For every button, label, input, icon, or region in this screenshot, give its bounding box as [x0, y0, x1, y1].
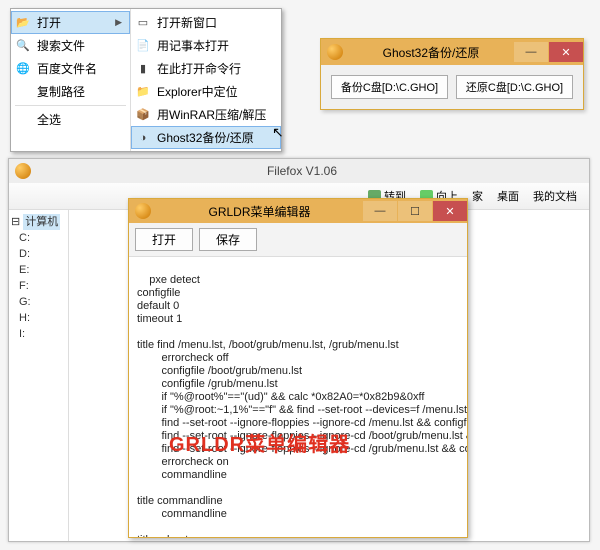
filefox-titlebar: Filefox V1.06	[9, 159, 589, 183]
filefox-app-icon	[15, 163, 31, 179]
toolbar-home[interactable]: 家	[466, 186, 489, 206]
toolbar-desktop-label: 桌面	[497, 188, 519, 204]
menu-item[interactable]: 📦 用WinRAR压缩/解压	[131, 103, 281, 126]
grldr-titlebar: GRLDR菜单编辑器 — ☐ ✕	[129, 199, 467, 223]
ghost32-titlebar: Ghost32备份/还原 — ✕	[321, 39, 583, 65]
menu-item[interactable]: 📂 打开 ▶	[11, 11, 130, 34]
menu-item[interactable]: 📄 用记事本打开	[131, 34, 281, 57]
menu-item-label: 打开	[37, 14, 61, 31]
toolbar-mydocs-label: 我的文档	[533, 188, 577, 204]
menu-item[interactable]: ▭ 打开新窗口	[131, 11, 281, 34]
restore-button[interactable]: 还原C盘[D:\C.GHO]	[456, 75, 573, 99]
close-button[interactable]: ✕	[549, 42, 583, 62]
menu-item-label: 用WinRAR压缩/解压	[157, 106, 266, 123]
minimize-button[interactable]: —	[514, 42, 548, 62]
close-button[interactable]: ✕	[433, 201, 467, 221]
submenu-arrow-icon: ▶	[115, 17, 122, 28]
folder-open-icon: 📂	[15, 15, 31, 31]
minimize-button[interactable]: —	[363, 201, 397, 221]
globe-icon: 🌐	[15, 61, 31, 77]
menu-item-label: Explorer中定位	[157, 83, 238, 100]
grldr-app-icon	[135, 203, 151, 219]
blank-icon	[15, 84, 31, 100]
menu-item[interactable]: 复制路径	[11, 80, 130, 103]
grldr-editor-window: GRLDR菜单编辑器 — ☐ ✕ 打开 保存 pxe detect config…	[128, 198, 468, 538]
cmd-icon: ▮	[135, 61, 151, 77]
tree-drive[interactable]: I:	[11, 326, 66, 342]
save-button[interactable]: 保存	[199, 228, 257, 251]
menu-item-label: Ghost32备份/还原	[157, 129, 254, 146]
toolbar-mydocs[interactable]: 我的文档	[527, 186, 583, 206]
menu-item[interactable]: 📁 Explorer中定位	[131, 80, 281, 103]
menu-item-label: 搜索文件	[37, 37, 85, 54]
menu-separator	[15, 105, 126, 106]
drive-tree[interactable]: ⊟ 计算机C:D:E:F:G:H:I:	[9, 210, 69, 541]
menu-item-label: 复制路径	[37, 83, 85, 100]
grldr-toolbar: 打开 保存	[129, 223, 467, 257]
tree-drive[interactable]: H:	[11, 310, 66, 326]
editor-content: pxe detect configfile default 0 timeout …	[137, 274, 467, 537]
backup-button[interactable]: 备份C盘[D:\C.GHO]	[331, 75, 448, 99]
menu-item[interactable]: ▮ 在此打开命令行	[131, 57, 281, 80]
winrar-icon: 📦	[135, 107, 151, 123]
menu-item[interactable]: 🔍 搜索文件	[11, 34, 130, 57]
editor-textarea[interactable]: pxe detect configfile default 0 timeout …	[129, 257, 467, 537]
toolbar-home-label: 家	[472, 188, 483, 204]
tree-drive[interactable]: C:	[11, 230, 66, 246]
editor-overlay-label: GRLDR菜单编辑器	[169, 439, 350, 452]
menu-item-label: 用记事本打开	[157, 37, 229, 54]
filefox-title: Filefox V1.06	[15, 164, 589, 178]
context-menu: 📂 打开 ▶ 🔍 搜索文件 🌐 百度文件名复制路径全选 ▭ 打开新窗口 📄 用记事本打开 ▮ 在此打开…	[10, 8, 282, 152]
search-icon: 🔍	[15, 38, 31, 54]
menu-item[interactable]: 🌐 百度文件名	[11, 57, 130, 80]
blank-icon	[15, 112, 31, 128]
window-icon: ▭	[135, 15, 151, 31]
menu-item[interactable]: ◑ Ghost32备份/还原	[131, 126, 281, 149]
menu-item-label: 在此打开命令行	[157, 60, 241, 77]
explorer-icon: 📁	[135, 84, 151, 100]
open-button[interactable]: 打开	[135, 228, 193, 251]
grldr-title: GRLDR菜单编辑器	[157, 203, 362, 220]
context-menu-right: ▭ 打开新窗口 📄 用记事本打开 ▮ 在此打开命令行 📁 Explorer中定位 📦 用WinRA…	[131, 9, 281, 151]
menu-item[interactable]: 全选	[11, 108, 130, 131]
maximize-button[interactable]: ☐	[398, 201, 432, 221]
menu-item-label: 全选	[37, 111, 61, 128]
ghost-icon: ◑	[135, 130, 151, 146]
tree-drive[interactable]: E:	[11, 262, 66, 278]
context-menu-left: 📂 打开 ▶ 🔍 搜索文件 🌐 百度文件名复制路径全选	[11, 9, 131, 151]
notepad-icon: 📄	[135, 38, 151, 54]
ghost32-window: Ghost32备份/还原 — ✕ 备份C盘[D:\C.GHO] 还原C盘[D:\…	[320, 38, 584, 110]
tree-drive[interactable]: G:	[11, 294, 66, 310]
tree-drive[interactable]: D:	[11, 246, 66, 262]
menu-item-label: 百度文件名	[37, 60, 97, 77]
menu-item-label: 打开新窗口	[157, 14, 217, 31]
toolbar-desktop[interactable]: 桌面	[491, 186, 525, 206]
tree-drive[interactable]: F:	[11, 278, 66, 294]
ghost32-app-icon	[327, 44, 343, 60]
ghost32-title: Ghost32备份/还原	[349, 44, 513, 61]
tree-root[interactable]: 计算机	[23, 214, 60, 230]
